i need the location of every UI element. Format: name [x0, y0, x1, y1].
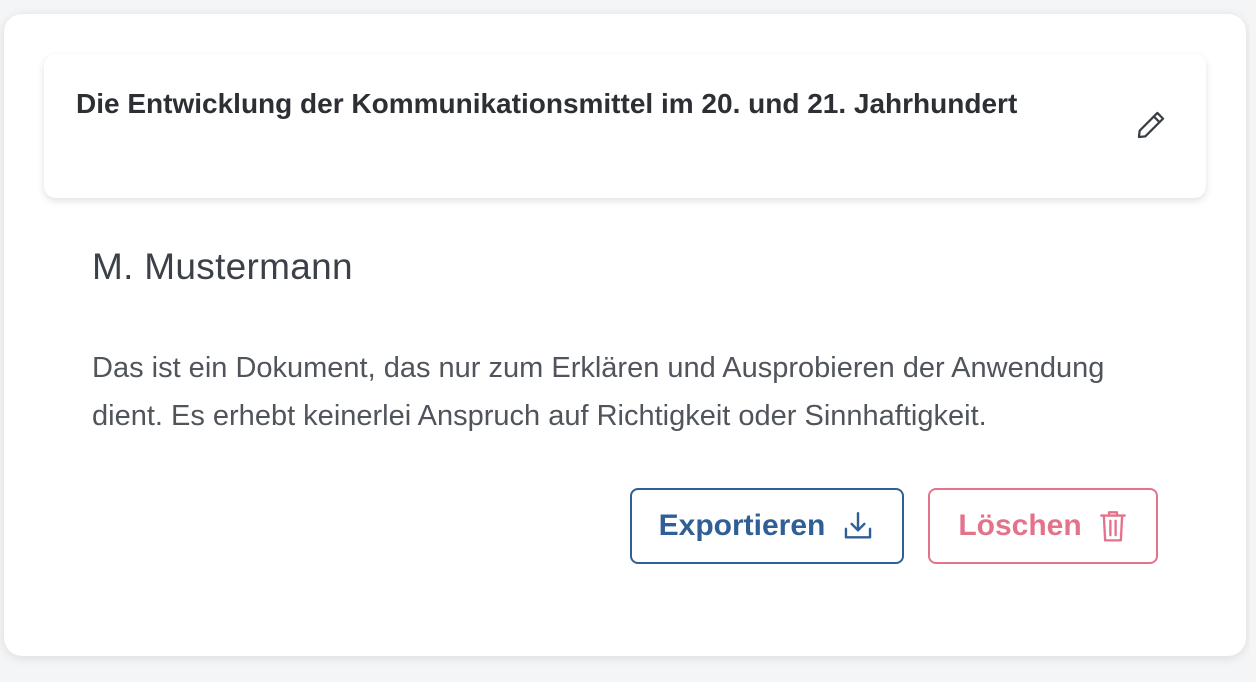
pencil-icon [1137, 111, 1165, 139]
document-card: Die Entwicklung der Kommunikationsmittel… [4, 14, 1246, 656]
trash-icon [1098, 509, 1128, 543]
edit-title-button[interactable] [1132, 106, 1170, 144]
delete-button[interactable]: Löschen [928, 488, 1158, 564]
document-description: Das ist ein Dokument, das nur zum Erklär… [92, 352, 1105, 432]
export-button[interactable]: Exportieren [630, 488, 904, 564]
document-author: M. Mustermann [92, 246, 353, 287]
export-button-label: Exportieren [658, 509, 826, 542]
document-title-bar: Die Entwicklung der Kommunikationsmittel… [44, 54, 1206, 198]
delete-button-label: Löschen [958, 509, 1082, 542]
window-edge [1250, 0, 1256, 682]
download-icon [841, 509, 875, 543]
document-title: Die Entwicklung der Kommunikationsmittel… [76, 88, 1018, 119]
